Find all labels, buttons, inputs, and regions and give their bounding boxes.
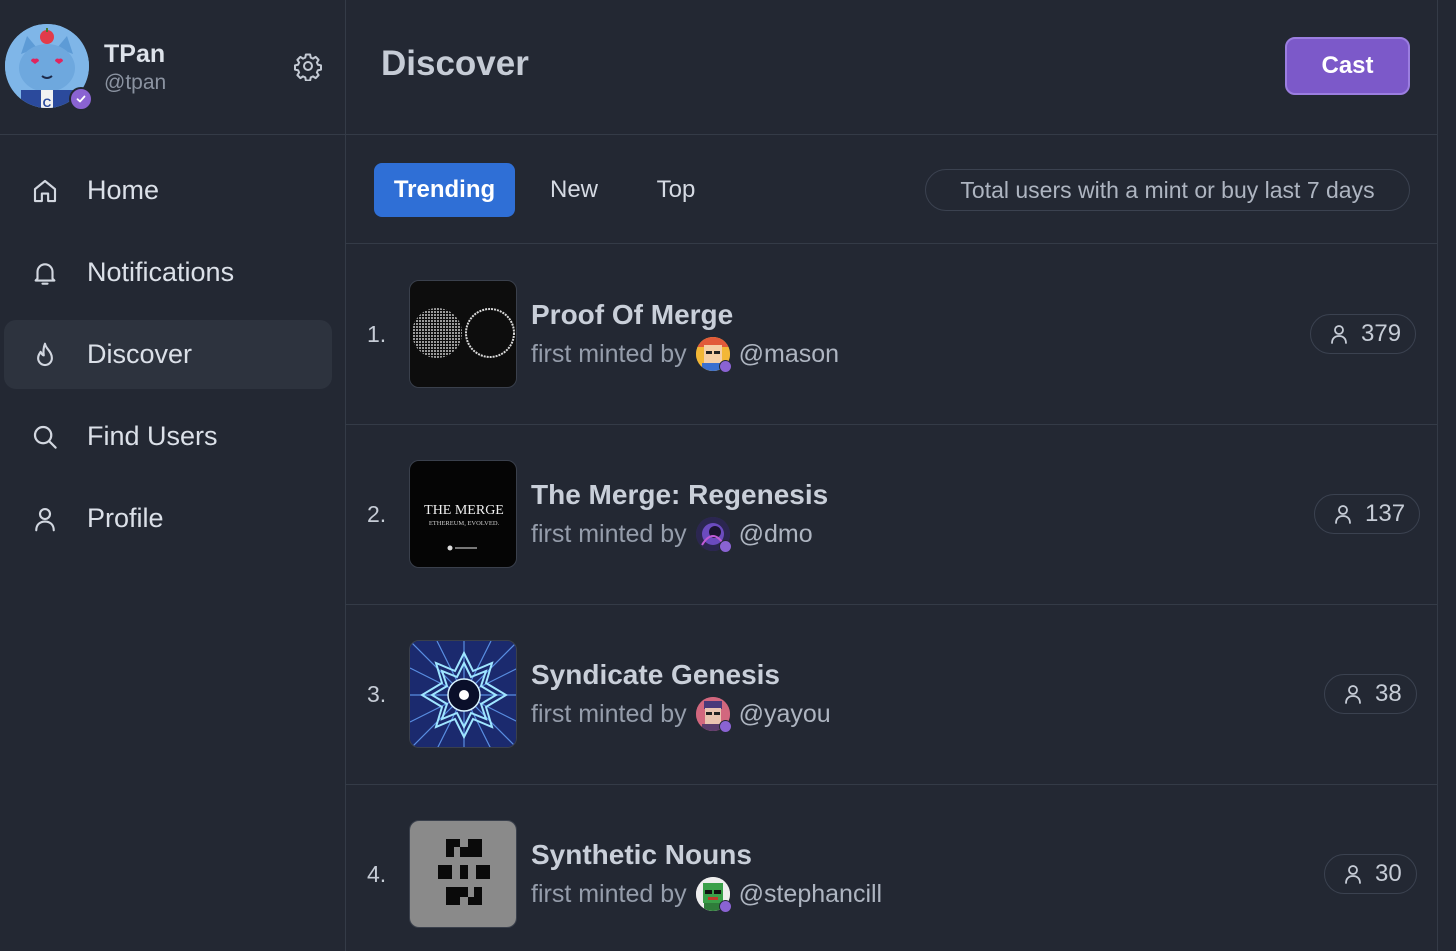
nft-title: Synthetic Nouns	[531, 839, 752, 870]
rank-number: 1.	[367, 321, 387, 347]
search-icon	[30, 422, 60, 452]
time-filter-pill[interactable]: Total users with a mint or buy last 7 da…	[925, 169, 1410, 211]
avatar[interactable]: C	[5, 24, 93, 111]
sidebar-item-label: Profile	[87, 503, 164, 533]
rank-number: 4.	[367, 861, 387, 887]
settings-button[interactable]	[290, 48, 326, 84]
user-count: 137	[1365, 500, 1406, 527]
sidebar-item-profile[interactable]: Profile	[4, 484, 332, 553]
nft-thumbnail-synthetic-nouns[interactable]	[409, 820, 517, 928]
sidebar-item-label: Discover	[87, 339, 193, 369]
minted-by-label: first minted by	[531, 699, 687, 728]
user-count: 38	[1375, 680, 1402, 707]
user-icon	[1331, 502, 1355, 526]
user-count-badge: 137	[1314, 494, 1421, 534]
avatar[interactable]	[695, 877, 732, 913]
nft-title: Proof Of Merge	[531, 299, 734, 330]
user-count: 379	[1361, 320, 1402, 347]
sidebar-item-find-users[interactable]: Find Users	[4, 402, 332, 471]
minted-by-label: first minted by	[531, 519, 687, 548]
nft-thumbnail-proof-of-merge[interactable]	[409, 280, 517, 388]
flame-icon	[30, 340, 60, 370]
nft-title: Syndicate Genesis	[531, 659, 781, 690]
sidebar-nav: Home Notifications Discover Find Users P…	[4, 156, 332, 566]
rank-number: 2.	[367, 501, 387, 527]
list-item[interactable]: 1. Proof Of Merge first minted by @mason…	[346, 245, 1438, 425]
merge-circles-image	[410, 281, 516, 387]
poster-subtitle: ETHEREUM, EVOLVED.	[429, 520, 500, 527]
user-icon	[1327, 322, 1351, 346]
sidebar-item-notifications[interactable]: Notifications	[4, 238, 332, 307]
app-window: C TPan @tpan Home Notifications Discover…	[0, 0, 1456, 951]
tab-new[interactable]: New	[534, 163, 614, 217]
syndicate-starburst-image	[410, 641, 516, 747]
cast-button[interactable]: Cast	[1285, 37, 1410, 95]
bell-icon	[30, 258, 60, 288]
page-header: Discover Cast	[346, 0, 1438, 135]
nft-title: The Merge: Regenesis	[531, 479, 829, 510]
the-merge-poster-image: THE MERGE ETHEREUM, EVOLVED.	[410, 461, 516, 567]
verified-badge-icon	[69, 87, 93, 111]
noun-glyph-image	[410, 821, 516, 927]
poster-title: THE MERGE	[424, 503, 504, 518]
trending-list: 1. Proof Of Merge first minted by @mason…	[346, 245, 1438, 951]
user-icon	[1341, 682, 1365, 706]
tabs-bar: Trending New Top Total users with a mint…	[346, 135, 1438, 244]
avatar[interactable]	[695, 337, 732, 373]
minter-handle[interactable]: @yayou	[739, 700, 831, 729]
minted-by-label: first minted by	[531, 339, 687, 368]
main-content: Discover Cast Trending New Top Total use…	[346, 0, 1438, 951]
rank-number: 3.	[367, 681, 387, 707]
current-user-bar: C TPan @tpan	[0, 0, 345, 135]
username: TPan	[104, 40, 166, 68]
gear-icon	[294, 53, 322, 81]
minted-by: first minted by	[531, 337, 839, 373]
minted-by: first minted by	[531, 697, 831, 733]
user-count-badge: 379	[1310, 314, 1417, 354]
nft-thumbnail-the-merge-regenesis[interactable]: THE MERGE ETHEREUM, EVOLVED.	[409, 460, 517, 568]
sidebar-item-label: Notifications	[87, 257, 235, 287]
verified-badge-icon	[718, 900, 732, 913]
user-count-badge: 38	[1324, 674, 1417, 714]
user-handle: @tpan	[104, 71, 167, 94]
minter-handle[interactable]: @mason	[739, 340, 839, 369]
minter-handle[interactable]: @dmo	[739, 520, 813, 549]
list-item[interactable]: 4. Synthetic Nouns first minted by @step…	[346, 785, 1438, 951]
avatar[interactable]	[695, 697, 732, 733]
list-item[interactable]: 3. Syndicate Genesis first minted by @ya…	[346, 605, 1438, 785]
list-item[interactable]: 2. THE MERGE ETHEREUM, EVOLVED. The Merg…	[346, 425, 1438, 605]
sidebar-item-label: Find Users	[87, 421, 218, 451]
user-count-badge: 30	[1324, 854, 1417, 894]
page-title: Discover	[381, 44, 529, 83]
avatar[interactable]	[695, 517, 732, 553]
verified-badge-icon	[718, 360, 732, 373]
minted-by-label: first minted by	[531, 879, 687, 908]
home-icon	[30, 176, 60, 206]
verified-badge-icon	[718, 720, 732, 733]
sidebar-item-label: Home	[87, 175, 160, 205]
sidebar-item-home[interactable]: Home	[4, 156, 332, 225]
user-icon	[1341, 862, 1365, 886]
minted-by: first minted by	[531, 517, 813, 553]
tab-top[interactable]: Top	[634, 163, 718, 217]
tab-trending[interactable]: Trending	[374, 163, 515, 217]
sidebar-item-discover[interactable]: Discover	[4, 320, 332, 389]
nft-thumbnail-syndicate-genesis[interactable]	[409, 640, 517, 748]
sidebar: C TPan @tpan Home Notifications Discover…	[0, 0, 346, 951]
minter-handle[interactable]: @stephancill	[739, 880, 883, 909]
user-icon	[30, 504, 60, 534]
user-count: 30	[1375, 860, 1402, 887]
verified-badge-icon	[718, 540, 732, 553]
svg-text:C: C	[43, 96, 52, 108]
minted-by: first minted by	[531, 877, 883, 913]
